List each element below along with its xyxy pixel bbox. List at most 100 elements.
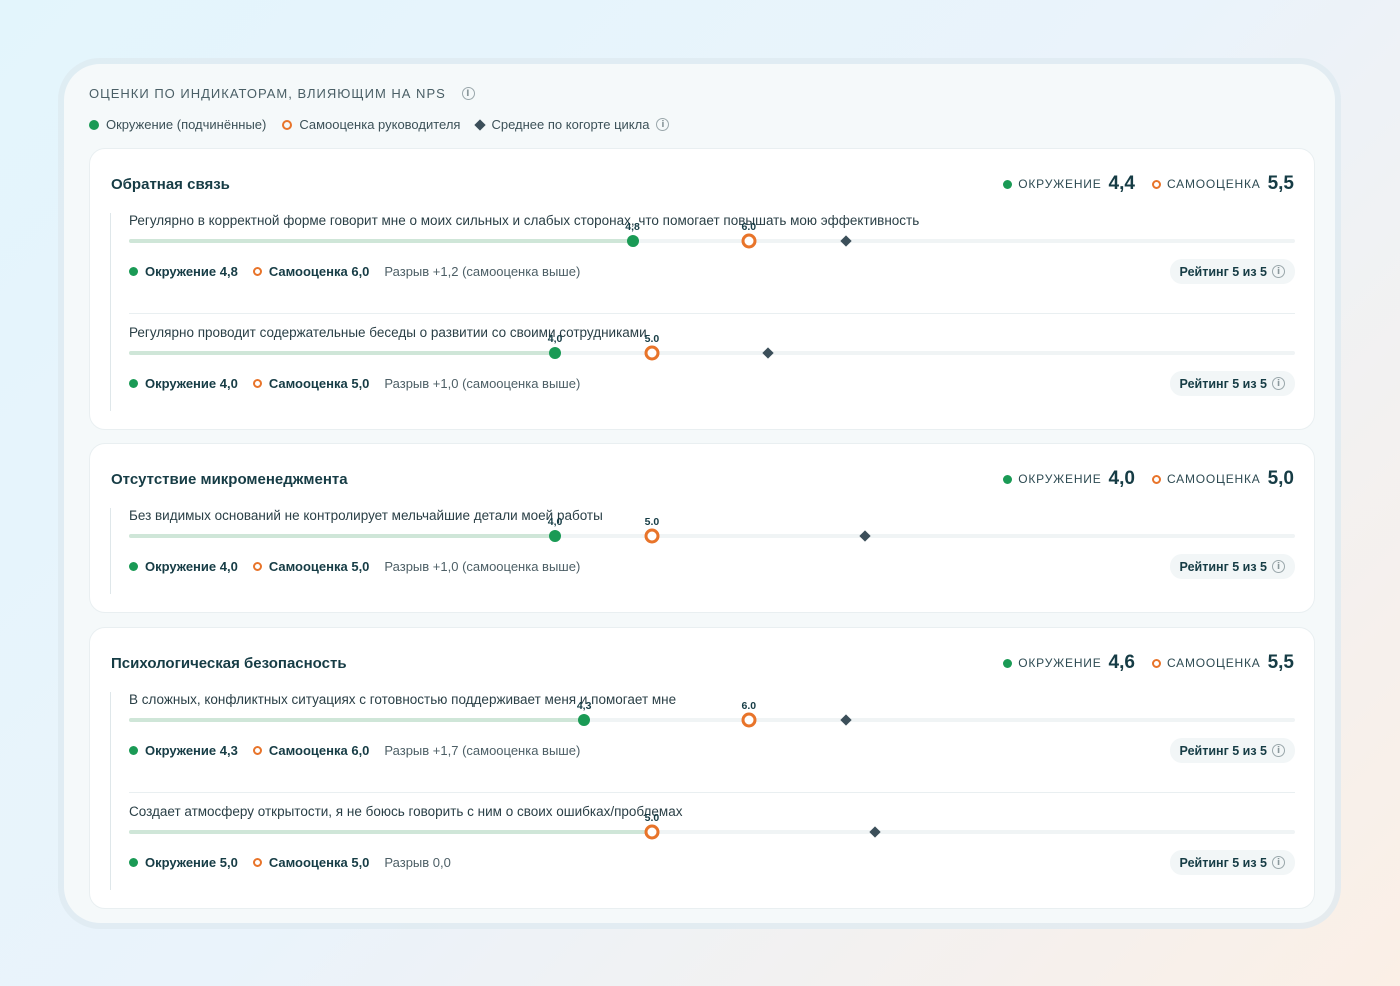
summary-self-label: самооценка — [1166, 177, 1261, 191]
green-dot-icon — [1003, 474, 1013, 484]
rating-badge[interactable]: Рейтинг 5 из 5 i — [1169, 259, 1295, 284]
score-track — [129, 718, 1295, 722]
summary-env-value: 4,4 — [1108, 173, 1135, 194]
env-stat-text: Окружение 4,8 — [145, 264, 238, 279]
env-stat: Окружение 4,0 — [129, 376, 238, 391]
env-score-marker — [626, 235, 639, 247]
env-score-label: 4,0 — [547, 516, 563, 528]
orange-ring-icon — [252, 379, 262, 388]
indicator-card: Психологическая безопасность окружение 4,6… — [89, 627, 1315, 909]
indicator-text: Регулярно проводит содержательные беседы… — [129, 325, 647, 340]
info-icon[interactable]: i — [1272, 856, 1285, 869]
rating-badge[interactable]: Рейтинг 5 из 5 i — [1169, 554, 1295, 579]
rating-badge[interactable]: Рейтинг 5 из 5 i — [1169, 738, 1295, 763]
green-dot-icon — [129, 379, 138, 388]
self-stat: Самооценка 6,0 — [252, 264, 370, 279]
green-dot-icon — [1003, 179, 1013, 189]
gap-stat: Разрыв +1,0 (самооценка выше) — [384, 559, 581, 574]
score-fill — [129, 239, 633, 243]
diamond-icon — [474, 118, 487, 131]
indicator-item: Регулярно в корректной форме говорит мне… — [129, 213, 1295, 315]
indicator-item: Без видимых оснований не контролирует ме… — [129, 508, 1295, 610]
legend-item-avg: Среднее по когорте цикла i — [474, 117, 670, 132]
gap-stat: Разрыв +1,0 (самооценка выше) — [384, 376, 581, 391]
rating-badge[interactable]: Рейтинг 5 из 5 i — [1169, 850, 1295, 875]
green-dot-icon — [129, 746, 138, 755]
legend-item-self: Самооценка руководителя — [282, 117, 460, 132]
indicator-card: Обратная связь окружение 4,4 самооценка 5,5 Р… — [89, 148, 1315, 430]
score-fill — [129, 718, 585, 722]
item-divider — [129, 792, 1295, 793]
summary-self-value: 5,5 — [1267, 173, 1294, 194]
item-stats: Окружение 4,0 Самооценка 5,0 Разрыв +1,0 (… — [129, 376, 580, 391]
env-stat-text: Окружение 5,0 — [145, 855, 238, 870]
score-fill — [129, 534, 556, 538]
cohort-average-marker — [839, 714, 852, 726]
score-fill — [129, 830, 652, 834]
orange-ring-icon — [1151, 658, 1161, 668]
self-stat: Самооценка 5,0 — [252, 376, 369, 391]
orange-ring-icon — [282, 119, 293, 130]
info-icon[interactable]: i — [656, 118, 670, 131]
cohort-average-marker — [762, 347, 774, 359]
card-accent-line — [110, 508, 111, 594]
info-icon[interactable]: i — [1272, 744, 1285, 757]
self-stat: Самооценка 6,0 — [252, 743, 370, 758]
orange-ring-icon — [1151, 474, 1161, 484]
info-icon[interactable]: i — [1272, 377, 1285, 390]
env-score-label: 4,3 — [576, 700, 592, 712]
self-stat: Самооценка 5,0 — [252, 559, 370, 574]
summary-env-label: окружение — [1018, 177, 1102, 191]
indicator-text: В сложных, конфликтных ситуациях с готов… — [129, 692, 677, 707]
panel-title-text: Оценки по индикаторам, влияющим на NPS — [89, 86, 446, 101]
orange-ring-icon — [252, 562, 262, 571]
indicator-text: Без видимых оснований не контролирует ме… — [129, 508, 603, 523]
self-stat: Самооценка 5,0 — [252, 855, 370, 870]
rating-text: Рейтинг 5 из 5 — [1179, 376, 1267, 391]
score-track — [129, 830, 1295, 834]
summary-self-label: самооценка — [1166, 472, 1261, 486]
env-score-marker — [549, 530, 562, 542]
gap-stat: Разрыв +1,2 (самооценка выше) — [384, 264, 581, 279]
green-dot-icon — [129, 858, 138, 867]
summary-self-value: 5,0 — [1267, 468, 1294, 489]
indicator-card: Отсутствие микроменеджмента окружение 4,0 с… — [89, 443, 1315, 613]
card-title: Отсутствие микроменеджмента — [111, 471, 348, 488]
info-icon[interactable]: i — [1272, 265, 1285, 278]
self-stat-text: Самооценка 6,0 — [268, 743, 370, 758]
self-score-label: 5.0 — [644, 812, 660, 824]
info-icon[interactable]: i — [1272, 560, 1285, 573]
orange-ring-icon — [1151, 179, 1161, 189]
summary-env: окружение 4,4 — [1003, 173, 1135, 195]
rating-badge[interactable]: Рейтинг 5 из 5 i — [1169, 371, 1295, 396]
self-stat-text: Самооценка 6,0 — [268, 264, 370, 279]
card-title: Обратная связь — [111, 176, 230, 193]
indicator-text: Создает атмосферу открытости, я не боюсь… — [129, 804, 683, 819]
gap-stat: Разрыв +1,7 (самооценка выше) — [384, 743, 581, 758]
env-stat-text: Окружение 4,3 — [145, 743, 238, 758]
item-stats: Окружение 4,3 Самооценка 6,0 Разрыв +1,7 (… — [129, 743, 580, 758]
score-fill — [129, 351, 556, 355]
score-track — [129, 534, 1295, 538]
green-dot-icon — [1003, 658, 1013, 668]
gap-stat: Разрыв 0,0 — [384, 855, 451, 870]
self-score-marker — [741, 233, 757, 249]
self-stat-text: Самооценка 5,0 — [268, 855, 370, 870]
orange-ring-icon — [252, 746, 262, 755]
summary-self: самооценка 5,5 — [1151, 173, 1294, 195]
cohort-average-marker — [839, 235, 852, 247]
item-divider — [129, 313, 1295, 314]
summary-env-value: 4,0 — [1108, 468, 1135, 489]
info-icon[interactable]: i — [461, 87, 475, 100]
rating-text: Рейтинг 5 из 5 — [1179, 743, 1267, 758]
green-dot-icon — [129, 267, 138, 276]
cohort-average-marker — [859, 530, 871, 542]
card-summary: окружение 4,4 самооценка 5,5 — [986, 173, 1294, 195]
env-score-marker — [549, 347, 562, 359]
summary-self-value: 5,5 — [1267, 652, 1294, 673]
self-score-label: 6.0 — [741, 221, 757, 233]
legend-avg-label: Среднее по когорте цикла — [491, 117, 650, 132]
env-stat-text: Окружение 4,0 — [145, 559, 238, 574]
self-stat-text: Самооценка 5,0 — [268, 559, 370, 574]
env-score-label: 4,8 — [625, 221, 640, 233]
